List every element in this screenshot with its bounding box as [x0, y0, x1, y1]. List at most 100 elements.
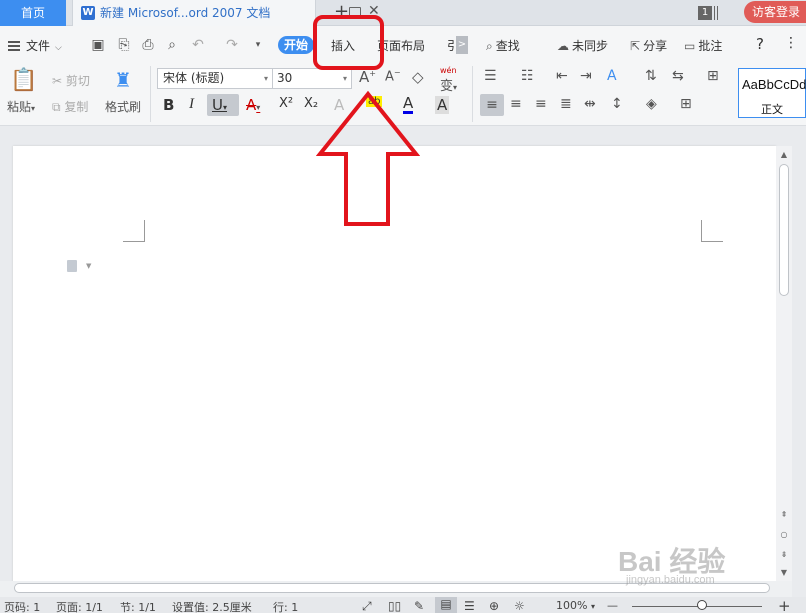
save-icon[interactable]: ▣ — [90, 37, 106, 53]
scroll-page-down-icon[interactable]: ⇟ — [779, 550, 789, 559]
chevron-down-icon: ▾ — [590, 602, 595, 611]
character-shading-button[interactable]: A — [435, 96, 450, 114]
outline-view-icon[interactable]: ☰ — [464, 599, 475, 613]
chevron-down-icon: ▾ — [263, 74, 268, 83]
phonetic-guide-button[interactable]: wén 变▾ — [440, 66, 457, 94]
margin-corner-top-left — [123, 220, 145, 242]
numbered-list-icon[interactable]: ☷ — [521, 68, 534, 84]
zoom-value: 100% — [556, 599, 588, 612]
export-pdf-icon[interactable]: ⎘ — [116, 37, 132, 53]
show-hide-marks-icon[interactable]: ⇆ — [672, 68, 684, 84]
search-icon: ⌕ — [486, 39, 493, 53]
align-center-icon[interactable]: ≡ — [510, 96, 522, 112]
superscript-button[interactable]: X² — [279, 96, 293, 111]
paint-bucket-icon[interactable]: ◈ — [646, 96, 657, 112]
status-bar: 页码: 1 页面: 1/1 节: 1/1 设置值: 2.5厘米 行: 1 ⤢ ▯… — [0, 597, 806, 613]
zoom-in-button[interactable]: + — [778, 597, 791, 613]
comment-icon: ▭ — [684, 39, 696, 53]
print-preview-icon[interactable]: ⌕ — [164, 37, 180, 53]
tab-page-layout[interactable]: 页面布局 — [377, 37, 425, 54]
paste-button[interactable]: 粘贴▾ — [7, 98, 35, 115]
vertical-scroll-thumb[interactable] — [779, 164, 789, 296]
web-view-icon[interactable]: ⊕ — [489, 599, 499, 613]
align-left-icon[interactable]: ≡ — [480, 94, 504, 116]
italic-button[interactable]: I — [189, 96, 194, 113]
browse-object-icon[interactable]: ○ — [779, 530, 789, 539]
file-menu[interactable]: 文件 ⌵ — [8, 37, 62, 54]
share-icon: ⇱ — [630, 39, 641, 53]
style-sample-text: AaBbCcDd — [742, 77, 806, 92]
cut-button[interactable]: ✂ 剪切 — [52, 72, 90, 89]
style-normal[interactable]: AaBbCcDd 正文 — [738, 68, 806, 118]
file-menu-label: 文件 — [26, 39, 51, 53]
zoom-slider-thumb[interactable] — [697, 600, 707, 610]
document-paragraph-icon[interactable] — [67, 260, 77, 272]
window-count-badge[interactable]: 1 — [698, 6, 712, 20]
sync-label: 未同步 — [572, 39, 609, 53]
home-tab[interactable]: 首页 — [0, 0, 66, 26]
eye-protection-icon[interactable]: ☼ — [514, 599, 525, 613]
style-name-label: 正文 — [761, 103, 783, 116]
document-tab-title: 新建 Microsof...ord 2007 文档 — [100, 6, 271, 20]
comment-label: 批注 — [698, 39, 723, 53]
copy-label: 复制 — [64, 100, 89, 114]
decrease-indent-icon[interactable]: ⇤ — [556, 68, 568, 84]
scroll-page-up-icon[interactable]: ⇞ — [779, 510, 789, 519]
align-right-icon[interactable]: ≡ — [535, 96, 547, 112]
window-list-icon[interactable] — [714, 6, 718, 20]
format-painter-button[interactable]: 格式刷 — [105, 98, 141, 115]
increase-indent-icon[interactable]: ⇥ — [580, 68, 592, 84]
reading-mode-icon[interactable]: ▯▯ — [388, 599, 401, 613]
sync-button[interactable]: ☁ 未同步 — [557, 37, 608, 54]
more-menu-button[interactable]: ⋮ — [784, 35, 798, 51]
sort-icon[interactable]: ⇅ — [645, 68, 657, 84]
tab-scroll-right-button[interactable]: > — [456, 36, 468, 54]
format-painter-icon[interactable]: ♜ — [114, 68, 132, 92]
document-tab[interactable]: W 新建 Microsof...ord 2007 文档 ✕ — [72, 0, 380, 26]
line-spacing-icon[interactable]: ↕ — [611, 96, 623, 112]
quick-access-dropdown-icon[interactable]: ▾ — [250, 37, 266, 53]
decrease-font-button[interactable]: A− — [385, 68, 401, 84]
zoom-level[interactable]: 100% ▾ — [556, 599, 595, 612]
edit-mode-icon[interactable]: ✎ — [414, 599, 424, 613]
distributed-align-icon[interactable]: ⇹ — [584, 96, 596, 112]
paste-icon[interactable]: 📋 — [10, 68, 37, 93]
strikethrough-button[interactable]: A▾ — [246, 96, 260, 114]
share-button[interactable]: ⇱ 分享 — [630, 37, 667, 54]
bold-button[interactable]: B — [163, 96, 174, 114]
font-size-select[interactable]: 30 ▾ — [272, 68, 352, 89]
status-page-number: 页码: 1 — [4, 601, 41, 613]
chevron-down-icon: ▾ — [453, 83, 458, 92]
undo-icon[interactable]: ↶ — [190, 37, 206, 53]
page-view-icon[interactable]: ▤ — [435, 597, 457, 613]
chevron-down-icon[interactable]: ▼ — [86, 262, 91, 270]
scroll-up-icon[interactable]: ▲ — [779, 150, 789, 159]
increase-font-button[interactable]: A+ — [359, 68, 376, 86]
status-setting-value: 设置值: 2.5厘米 — [172, 601, 252, 613]
clear-format-icon[interactable]: ◇ — [412, 68, 424, 86]
chinese-layout-icon[interactable]: A — [607, 68, 617, 84]
tab-start[interactable]: 开始 — [278, 36, 314, 54]
scroll-down-icon[interactable]: ▼ — [779, 568, 789, 577]
comment-button[interactable]: ▭ 批注 — [684, 37, 722, 54]
zoom-out-button[interactable]: — — [607, 599, 618, 612]
bullet-list-icon[interactable]: ☰ — [484, 68, 497, 84]
copy-button[interactable]: ⧉ 复制 — [52, 98, 88, 115]
font-name-value: 宋体 (标题) — [163, 71, 225, 85]
margin-corner-top-right — [701, 220, 723, 242]
strikethrough-label: A — [246, 96, 257, 114]
underline-button[interactable]: U▾ — [212, 96, 227, 114]
print-icon[interactable]: ⎙ — [140, 37, 156, 53]
menu-row: 文件 ⌵ ▣ ⎘ ⎙ ⌕ ↶ ↷ ▾ 开始 插入 页面布局 引 > ⌕ 查找 ☁ 未同… — [0, 26, 806, 64]
border-icon[interactable]: ⊞ — [680, 96, 692, 112]
status-line: 行: 1 — [273, 601, 299, 613]
help-button[interactable]: ? — [756, 35, 764, 53]
table-icon[interactable]: ⊞ — [707, 68, 719, 84]
watermark-url: jingyan.baidu.com — [626, 574, 715, 586]
redo-icon[interactable]: ↷ — [224, 37, 240, 53]
justify-icon[interactable]: ≣ — [560, 96, 572, 112]
find-button[interactable]: ⌕ 查找 — [486, 37, 520, 54]
fullscreen-icon[interactable]: ⤢ — [362, 599, 372, 613]
font-name-select[interactable]: 宋体 (标题) ▾ — [157, 68, 273, 89]
guest-login-button[interactable]: 访客登录 — [744, 1, 806, 23]
